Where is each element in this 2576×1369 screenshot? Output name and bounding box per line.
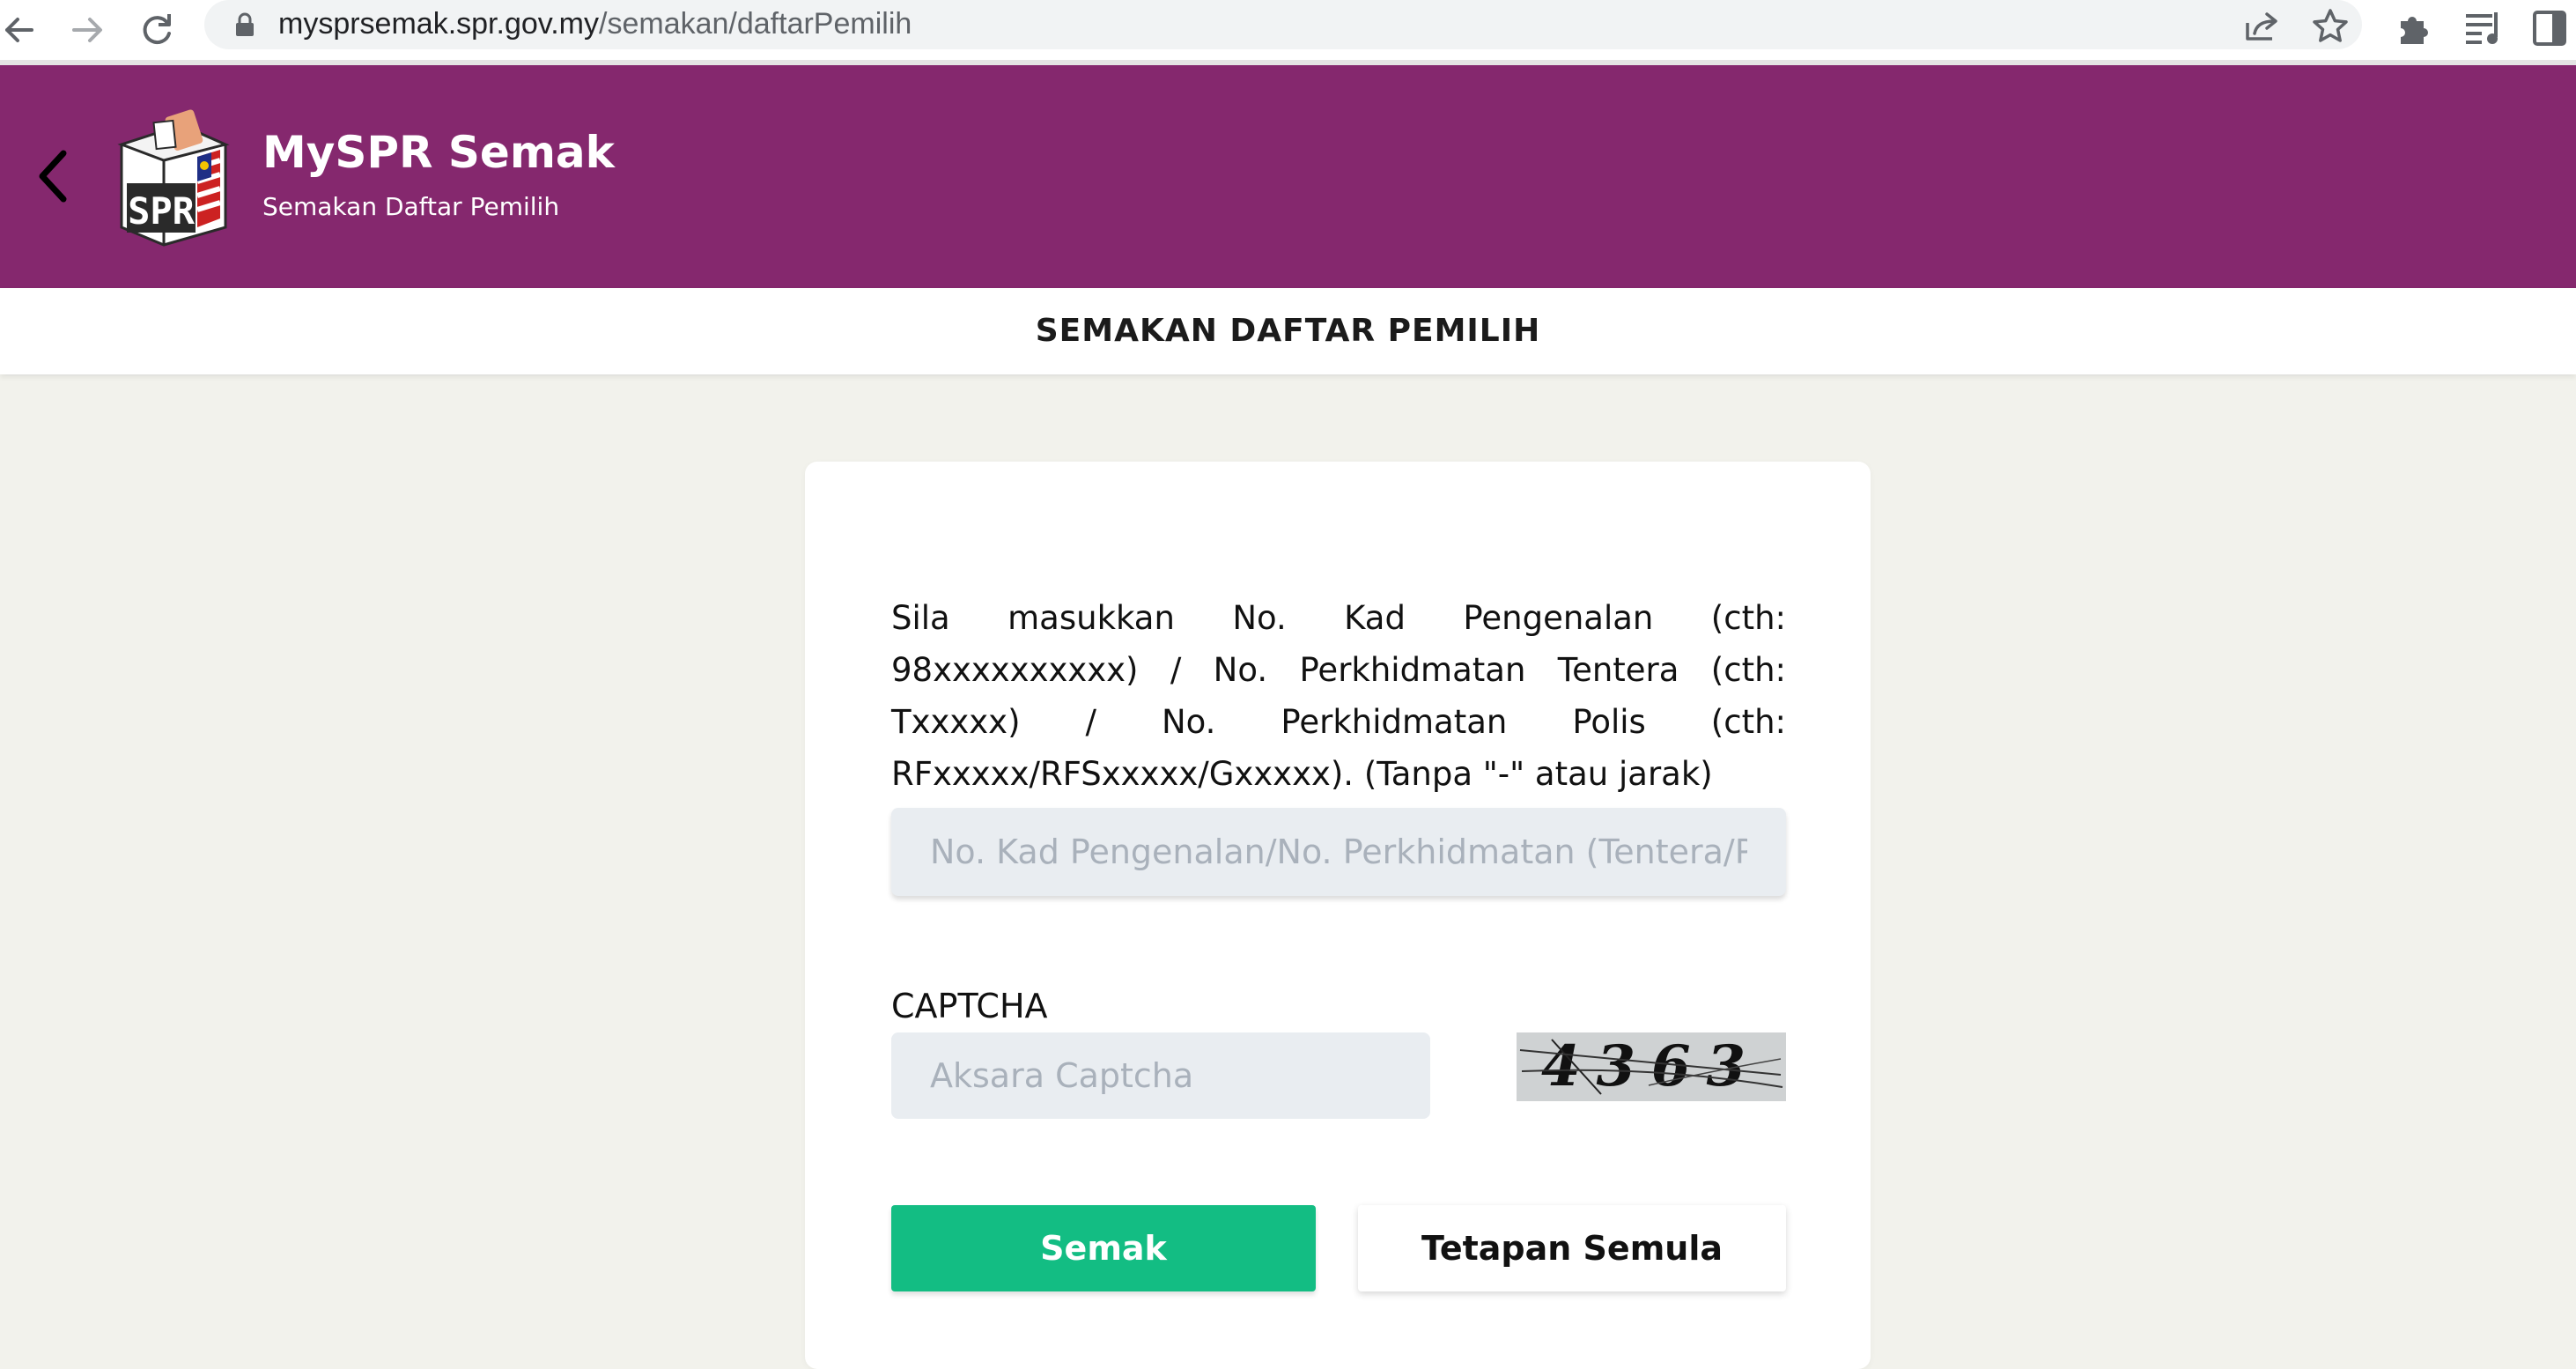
submit-button[interactable]: Semak	[891, 1205, 1316, 1291]
forward-arrow-icon[interactable]	[63, 5, 113, 55]
page-title-bar: SEMAKAN DAFTAR PEMILIH	[0, 288, 2576, 374]
back-arrow-icon[interactable]	[0, 5, 49, 55]
side-panel-icon[interactable]	[2529, 5, 2575, 51]
page-title: SEMAKAN DAFTAR PEMILIH	[1035, 313, 1541, 349]
reading-list-icon[interactable]	[2461, 5, 2506, 51]
search-form-card: Sila masukkan No. Kad Pengenalan (cth: 9…	[805, 462, 1871, 1369]
star-icon[interactable]	[2309, 5, 2351, 48]
spr-logo: SPR	[113, 104, 231, 252]
reload-icon[interactable]	[132, 5, 181, 55]
browser-toolbar: mysprsemak.spr.gov.my/semakan/daftarPemi…	[0, 0, 2576, 65]
app-header: SPR MySPR Semak Semakan Daftar Pemilih	[0, 65, 2576, 288]
captcha-label: CAPTCHA	[891, 987, 1048, 1025]
address-bar[interactable]: mysprsemak.spr.gov.my/semakan/daftarPemi…	[204, 0, 2362, 49]
extensions-icon[interactable]	[2392, 5, 2438, 51]
id-number-input[interactable]	[891, 808, 1786, 896]
url-path: /semakan/daftarPemilih	[599, 7, 912, 41]
instruction-text: Sila masukkan No. Kad Pengenalan (cth: 9…	[891, 599, 1786, 793]
captcha-input[interactable]	[891, 1032, 1430, 1119]
reset-button[interactable]: Tetapan Semula	[1358, 1205, 1786, 1291]
share-icon[interactable]	[2240, 5, 2283, 48]
lock-icon[interactable]	[231, 11, 259, 39]
app-title: MySPR Semak	[262, 127, 615, 178]
app-subtitle: Semakan Daftar Pemilih	[262, 192, 560, 221]
logo-text: SPR	[128, 189, 196, 233]
url-host: mysprsemak.spr.gov.my	[278, 7, 600, 41]
back-chevron-icon[interactable]	[33, 144, 76, 208]
url-text[interactable]: mysprsemak.spr.gov.my/semakan/daftarPemi…	[278, 7, 912, 41]
captcha-noise	[1519, 1039, 1783, 1095]
captcha-image: 4363	[1517, 1032, 1786, 1101]
